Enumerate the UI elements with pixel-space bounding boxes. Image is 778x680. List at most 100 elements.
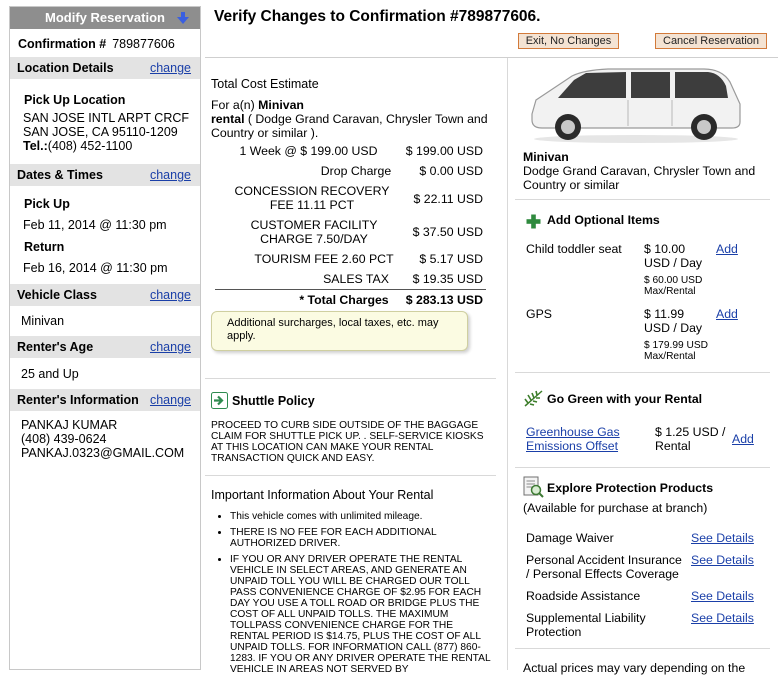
cost-row: SALES TAX $ 19.35 USD	[211, 272, 483, 286]
section-title: Location Details	[17, 61, 114, 75]
roadside-details-link[interactable]: See Details	[691, 589, 754, 603]
vehicle-card-desc: Dodge Grand Caravan, Chrysler Town and C…	[523, 164, 756, 192]
for-prefix: For a(n)	[211, 98, 259, 112]
cost-value: $ 37.50 USD	[412, 225, 483, 239]
shuttle-policy-text: PROCEED TO CURB SIDE OUTSIDE OF THE BAGG…	[211, 420, 484, 464]
location-line1: SAN JOSE INTL ARPT CRCF	[23, 111, 190, 125]
renter-phone: (408) 439-0624	[21, 432, 107, 446]
optional-item-name: Child toddler seat	[526, 242, 622, 256]
liability-details-link[interactable]: See Details	[691, 611, 754, 625]
change-dates-link[interactable]: change	[150, 164, 191, 186]
cost-row: CUSTOMER FACILITY CHARGE 7.50/DAY $ 37.5…	[211, 218, 483, 246]
sidebar: Modify Reservation Confirmation # 7898776…	[9, 6, 201, 670]
protection-item: Supplemental Liability Protection	[526, 611, 646, 639]
change-age-link[interactable]: change	[150, 336, 191, 358]
list-item: This vehicle comes with unlimited mileag…	[230, 511, 493, 522]
section-divider	[515, 372, 770, 373]
damage-waiver-details-link[interactable]: See Details	[691, 531, 754, 545]
location-phone: Tel.:(408) 452-1100	[23, 139, 200, 153]
cost-value: $ 22.11 USD	[413, 192, 484, 206]
important-info-title: Important Information About Your Rental	[211, 488, 434, 502]
section-divider	[205, 475, 496, 476]
protection-item: Damage Waiver	[526, 531, 614, 545]
protection-item: Roadside Assistance	[526, 589, 641, 603]
cost-estimate-title: Total Cost Estimate	[211, 77, 319, 91]
confirmation-value: 789877606	[112, 37, 175, 51]
optional-item-max: $ 60.00 USD Max/Rental	[644, 275, 703, 297]
cost-label: TOURISM FEE 2.60 PCT	[254, 252, 394, 266]
protection-footer: Actual prices may vary depending on the	[523, 661, 746, 675]
cost-row: TOURISM FEE 2.60 PCT $ 5.17 USD	[211, 252, 483, 266]
vehicle-type: Minivan	[258, 98, 304, 112]
cost-row: Drop Charge $ 0.00 USD	[211, 164, 483, 178]
change-renter-link[interactable]: change	[150, 389, 191, 411]
important-info-list: This vehicle comes with unlimited mileag…	[211, 511, 493, 680]
rental-label: rental	[211, 112, 245, 126]
list-item: IF YOU OR ANY DRIVER OPERATE THE RENTAL …	[230, 554, 493, 675]
accident-insurance-details-link[interactable]: See Details	[691, 553, 754, 567]
cost-value: $ 19.35 USD	[412, 272, 483, 286]
optional-item-price: $ 10.00 USD / Day	[644, 242, 703, 270]
cost-value: $ 5.17 USD	[419, 252, 483, 266]
section-divider	[515, 648, 770, 649]
protection-subtitle: (Available for purchase at branch)	[523, 501, 708, 515]
cost-label: CUSTOMER FACILITY CHARGE 7.50/DAY	[250, 218, 378, 246]
surcharges-note: Additional surcharges, local taxes, etc.…	[211, 311, 468, 351]
section-title: Renter's Age	[17, 340, 94, 354]
shuttle-policy-title: Shuttle Policy	[232, 394, 315, 408]
return-title: Return	[24, 240, 65, 254]
section-title: Vehicle Class	[17, 288, 97, 302]
arrow-down-icon	[177, 12, 189, 24]
add-green-link[interactable]: Add	[732, 432, 754, 446]
vehicle-class-header: Vehicle Class change	[10, 284, 200, 306]
confirmation-number: Confirmation # 789877606	[10, 29, 200, 57]
shuttle-icon	[211, 392, 228, 409]
pickup-location-title: Pick Up Location	[24, 93, 126, 107]
cost-value: $ 0.00 USD	[419, 164, 483, 178]
add-child-seat-link[interactable]: Add	[716, 242, 738, 256]
modify-reservation-header[interactable]: Modify Reservation	[10, 7, 200, 29]
renter-name: PANKAJ KUMAR	[21, 418, 118, 432]
confirmation-label: Confirmation #	[18, 37, 107, 51]
leaf-icon	[524, 390, 543, 407]
location-line2: SAN JOSE, CA 95110-1209	[23, 125, 178, 139]
go-green-title: Go Green with your Rental	[547, 392, 703, 406]
cancel-reservation-button[interactable]: Cancel Reservation	[655, 33, 767, 49]
protection-item: Personal Accident Insurance / Personal E…	[526, 553, 682, 581]
location-details-header: Location Details change	[10, 57, 200, 79]
optional-item-max: $ 179.99 USD Max/Rental	[644, 340, 708, 362]
protection-title: Explore Protection Products	[547, 481, 714, 495]
renters-age-header: Renter's Age change	[10, 336, 200, 358]
plus-icon	[526, 214, 541, 229]
change-vehicle-link[interactable]: change	[150, 284, 191, 306]
page-title: Verify Changes to Confirmation #78987760…	[214, 8, 541, 25]
section-divider	[205, 378, 496, 379]
section-divider	[515, 199, 770, 200]
section-title: Renter's Information	[17, 393, 139, 407]
header-divider	[205, 57, 778, 58]
cost-label: CONCESSION RECOVERY FEE 11.11 PCT	[234, 184, 390, 212]
total-divider	[215, 289, 486, 290]
exit-no-changes-button[interactable]: Exit, No Changes	[518, 33, 619, 49]
tel-value: (408) 452-1100	[47, 139, 133, 153]
protection-icon	[523, 476, 544, 498]
cost-label: SALES TAX	[323, 272, 389, 286]
optional-item-name: GPS	[526, 307, 552, 321]
minivan-image	[531, 68, 741, 143]
green-price: $ 1.25 USD / Rental	[655, 425, 726, 453]
optional-item-price: $ 11.99 USD / Day	[644, 307, 703, 335]
cost-label: Drop Charge	[320, 164, 392, 178]
total-row: * Total Charges $ 283.13 USD	[211, 293, 483, 307]
tel-label: Tel.:	[23, 139, 48, 153]
column-divider	[507, 58, 508, 670]
change-location-link[interactable]: change	[150, 57, 191, 79]
cost-label: 1 Week @ $ 199.00 USD	[239, 144, 378, 158]
total-value: $ 283.13 USD	[405, 293, 483, 307]
vehicle-class-value: Minivan	[21, 314, 65, 328]
add-gps-link[interactable]: Add	[716, 307, 738, 321]
vehicle-description: ( Dodge Grand Caravan, Chrysler Town and…	[211, 112, 488, 140]
greenhouse-offset-link[interactable]: Greenhouse Gas Emissions Offset	[526, 425, 626, 453]
list-item: THERE IS NO FEE FOR EACH ADDITIONAL AUTH…	[230, 527, 493, 549]
section-divider	[515, 467, 770, 468]
vehicle-card-name: Minivan	[523, 150, 569, 164]
